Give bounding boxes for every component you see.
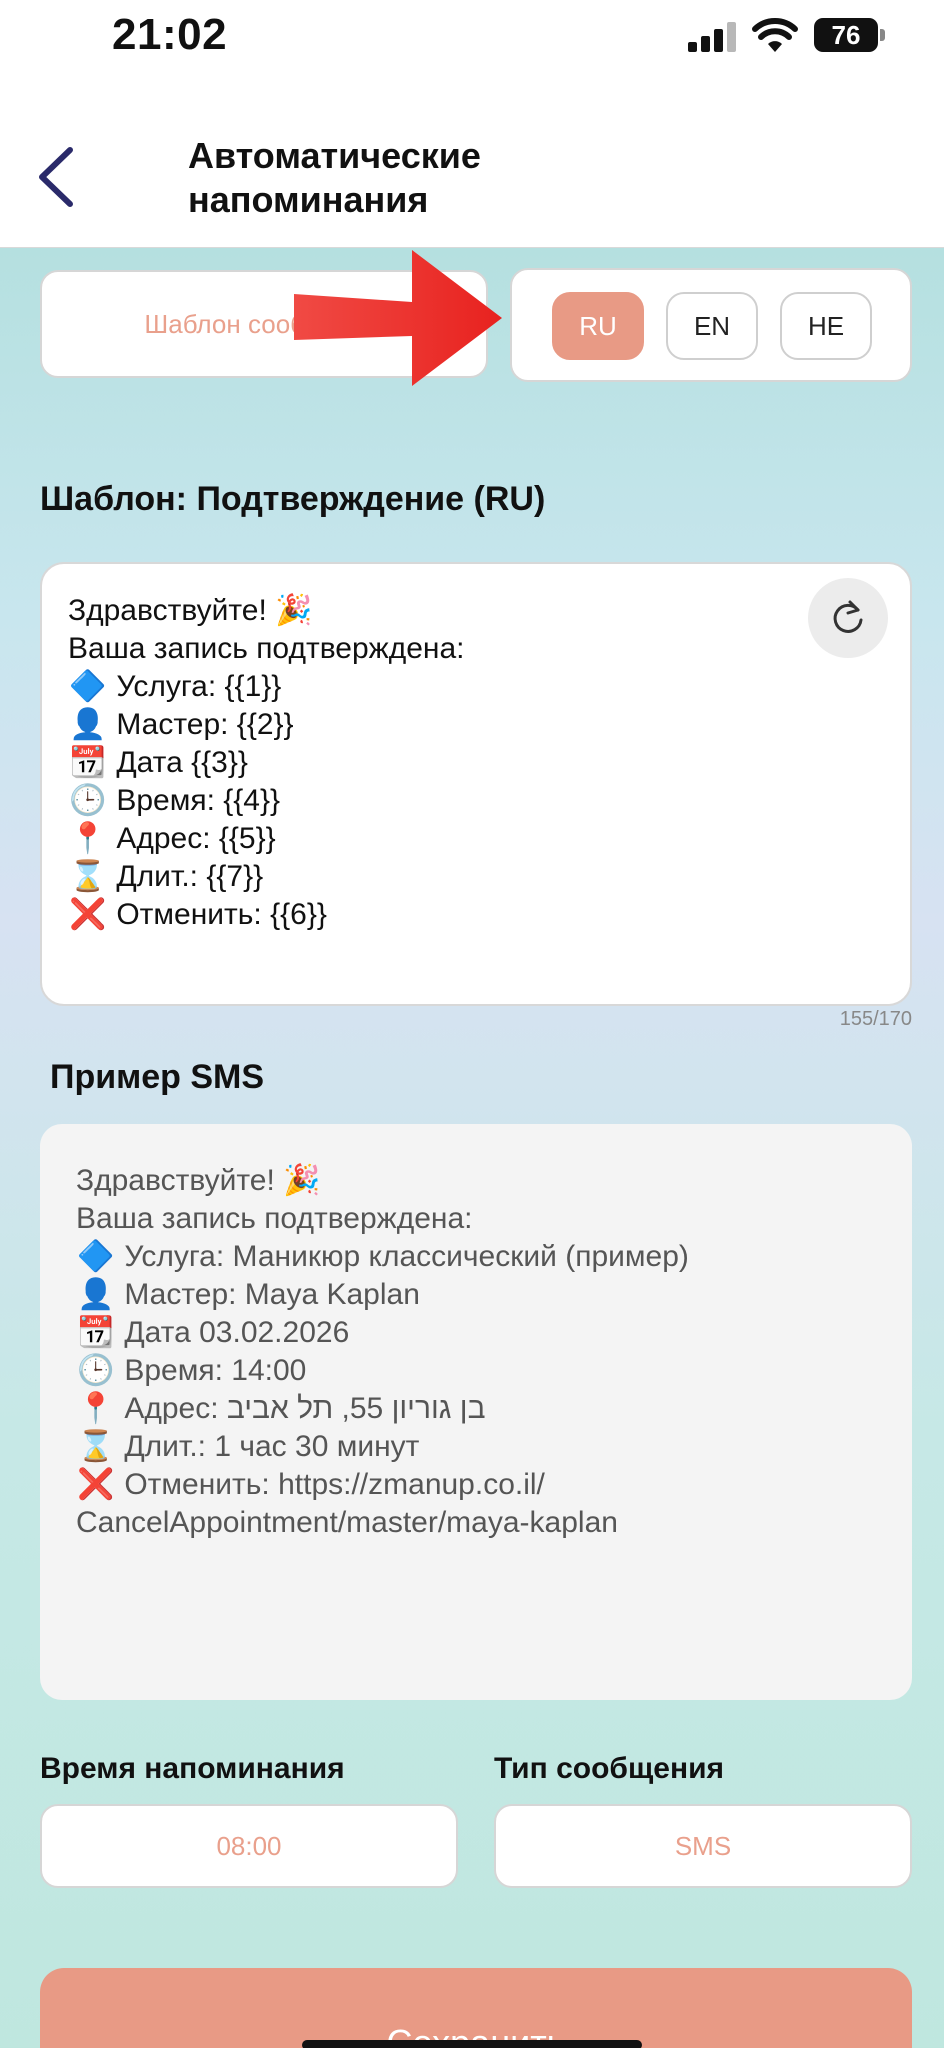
line-text: Отменить: https://zmanup.co.il/ (124, 1468, 545, 1501)
lang-ru-button[interactable]: RU (552, 292, 644, 360)
text-line: ❌ Отменить: {{6}} (68, 896, 884, 934)
line-text: Адрес: {{5}} (116, 822, 276, 855)
back-chevron-icon[interactable] (32, 142, 82, 212)
line-emoji-icon: 🕒 (69, 784, 107, 817)
status-time: 21:02 (112, 10, 228, 59)
red-arrow-annotation-icon (294, 250, 502, 386)
battery-icon: 76 (814, 18, 878, 52)
template-text[interactable]: Здравствуйте! 🎉 Ваша запись подтверждена:… (68, 592, 884, 934)
text-line: CancelAppointment/master/maya-kaplan (76, 1504, 876, 1542)
line-emoji-icon: 👤 (69, 708, 107, 741)
page-title-line1: Автоматические (188, 135, 481, 176)
line-emoji-icon: 🕒 (77, 1354, 115, 1387)
template-title: Шаблон: Подтверждение (RU) (40, 480, 546, 518)
text-line: Здравствуйте! 🎉 (76, 1162, 876, 1200)
line-emoji-icon: 🔷 (77, 1240, 115, 1273)
text-line: 🔷 Услуга: Маникюр классический (пример) (76, 1238, 876, 1276)
text-line: ⌛ Длит.: 1 час 30 минут (76, 1428, 876, 1466)
line-text: Здравствуйте! 🎉 (68, 594, 313, 627)
page-title: Автоматические напоминания (188, 134, 608, 222)
message-type-select[interactable]: SMS (494, 1804, 912, 1888)
text-line: 📆 Дата 03.02.2026 (76, 1314, 876, 1352)
text-line: ❌ Отменить: https://zmanup.co.il/ (76, 1466, 876, 1504)
line-text: CancelAppointment/master/maya-kaplan (76, 1506, 618, 1539)
reminder-time-field[interactable]: 08:00 (40, 1804, 458, 1888)
line-text: Ваша запись подтверждена: (68, 632, 465, 665)
line-emoji-icon: 📆 (77, 1316, 115, 1349)
line-text: Адрес: בן גוריון 55, תל אביב (124, 1392, 486, 1425)
line-text: Время: {{4}} (116, 784, 281, 817)
app-header: 21:02 76 Автоматические напоминания (0, 0, 944, 248)
line-emoji-icon: 🔷 (69, 670, 107, 703)
line-emoji-icon: ❌ (69, 898, 107, 931)
line-emoji-icon: ❌ (77, 1468, 115, 1501)
line-text: Отменить: {{6}} (116, 898, 327, 931)
cellular-signal-icon (688, 22, 736, 52)
lang-en-button[interactable]: EN (666, 292, 758, 360)
text-line: 📍 Адрес: בן גוריון 55, תל אביב (76, 1390, 876, 1428)
sms-example-title: Пример SMS (50, 1058, 265, 1096)
line-text: Мастер: Maya Kaplan (124, 1278, 420, 1311)
sms-preview: Здравствуйте! 🎉 Ваша запись подтверждена:… (40, 1124, 912, 1700)
text-line: 📍 Адрес: {{5}} (68, 820, 884, 858)
text-line: 👤 Мастер: Maya Kaplan (76, 1276, 876, 1314)
line-text: Дата 03.02.2026 (124, 1316, 350, 1349)
line-emoji-icon: 📍 (69, 822, 107, 855)
line-emoji-icon: 📍 (77, 1392, 115, 1425)
refresh-icon (833, 600, 863, 633)
text-line: Здравствуйте! 🎉 (68, 592, 884, 630)
lang-he-button[interactable]: HE (780, 292, 872, 360)
line-text: Услуга: Маникюр классический (пример) (124, 1240, 689, 1273)
wifi-icon (752, 18, 798, 52)
text-line: 📆 Дата {{3}} (68, 744, 884, 782)
line-text: Здравствуйте! 🎉 (76, 1164, 321, 1197)
line-emoji-icon: ⌛ (77, 1430, 115, 1463)
line-text: Время: 14:00 (124, 1354, 307, 1387)
line-text: Длит.: {{7}} (116, 860, 264, 893)
save-button[interactable]: Сохранить (40, 1968, 912, 2048)
message-type-label: Тип сообщения (494, 1752, 725, 1785)
line-emoji-icon: 📆 (69, 746, 107, 779)
text-line: Ваша запись подтверждена: (76, 1200, 876, 1238)
text-line: ⌛ Длит.: {{7}} (68, 858, 884, 896)
text-line: 👤 Мастер: {{2}} (68, 706, 884, 744)
battery-tip (880, 29, 885, 41)
template-editor[interactable]: Здравствуйте! 🎉 Ваша запись подтверждена:… (40, 562, 912, 1006)
page-title-line2: напоминания (188, 179, 429, 220)
text-line: 🕒 Время: 14:00 (76, 1352, 876, 1390)
line-text: Мастер: {{2}} (116, 708, 294, 741)
text-line: Ваша запись подтверждена: (68, 630, 884, 668)
line-text: Ваша запись подтверждена: (76, 1202, 473, 1235)
char-counter: 155/170 (839, 1008, 912, 1030)
line-text: Услуга: {{1}} (116, 670, 282, 703)
text-line: 🔷 Услуга: {{1}} (68, 668, 884, 706)
reset-template-button[interactable] (808, 578, 888, 658)
line-emoji-icon: ⌛ (69, 860, 107, 893)
line-text: Длит.: 1 час 30 минут (124, 1430, 420, 1463)
sms-preview-text: Здравствуйте! 🎉 Ваша запись подтверждена:… (76, 1162, 876, 1542)
text-line: 🕒 Время: {{4}} (68, 782, 884, 820)
language-switcher: RU EN HE (510, 268, 912, 382)
home-indicator (302, 2040, 642, 2048)
line-text: Дата {{3}} (116, 746, 248, 779)
reminder-time-label: Время напоминания (40, 1752, 345, 1785)
line-emoji-icon: 👤 (77, 1278, 115, 1311)
